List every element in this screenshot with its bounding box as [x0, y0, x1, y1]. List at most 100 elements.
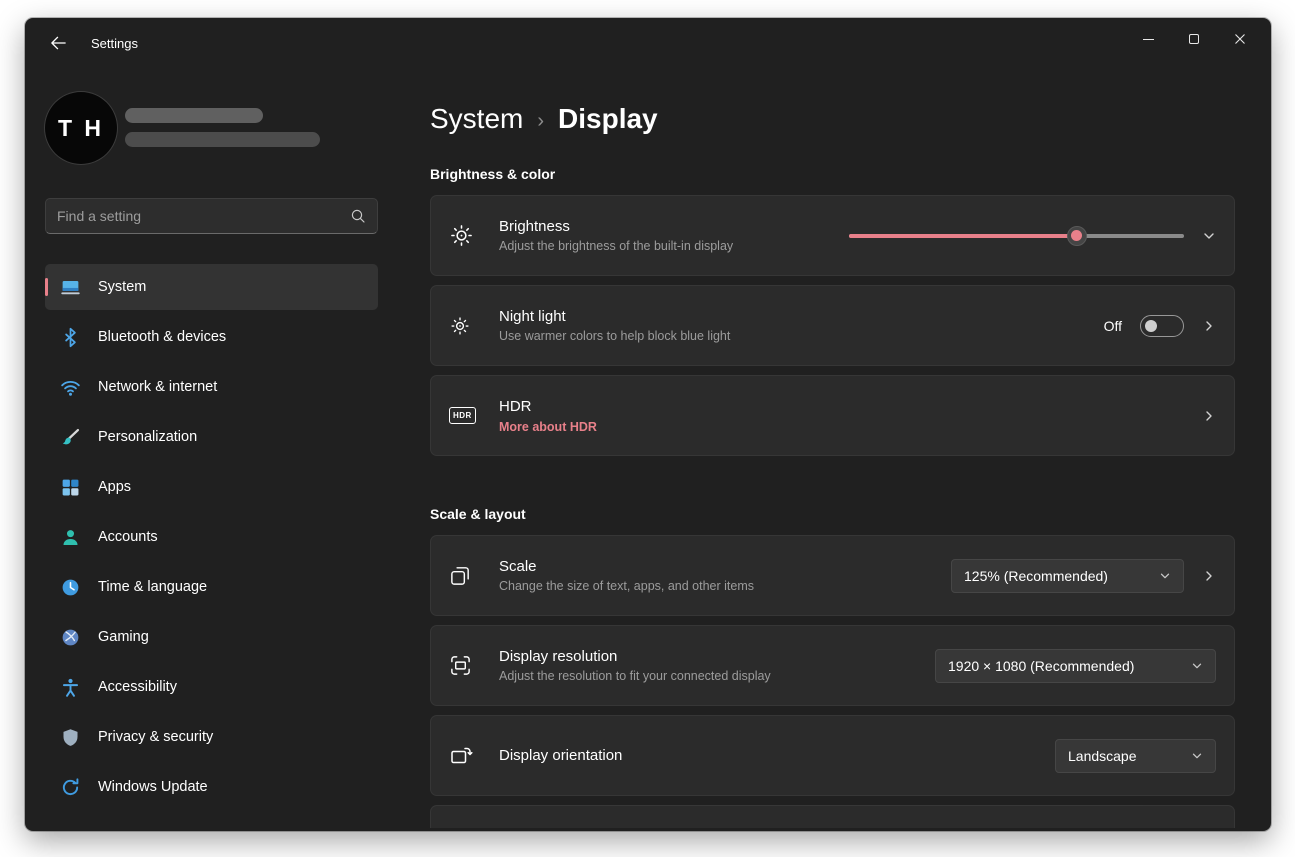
minimize-icon [1143, 39, 1154, 40]
sidebar-item-personalization[interactable]: Personalization [45, 414, 378, 460]
breadcrumb-separator-icon: › [537, 98, 544, 140]
scale-dropdown[interactable]: 125% (Recommended) [951, 559, 1184, 593]
display-resolution-card[interactable]: Display resolution Adjust the resolution… [430, 625, 1235, 706]
caption-buttons [1125, 22, 1263, 56]
breadcrumb-system[interactable]: System [430, 100, 523, 138]
back-arrow-icon [50, 35, 67, 51]
chevron-right-icon[interactable] [1202, 319, 1216, 333]
personalization-icon [59, 426, 82, 449]
profile-name-placeholder [125, 108, 263, 123]
sidebar-item-label: Apps [98, 479, 131, 495]
display-resolution-subtitle: Adjust the resolution to fit your connec… [499, 669, 935, 683]
sidebar-item-label: System [98, 279, 146, 295]
more-about-hdr-link[interactable]: More about HDR [499, 420, 1202, 434]
brightness-text: Brightness Adjust the brightness of the … [489, 218, 849, 253]
selected-indicator [45, 278, 48, 296]
page-title: Display [558, 100, 658, 138]
sidebar-item-label: Bluetooth & devices [98, 329, 226, 345]
scale-subtitle: Change the size of text, apps, and other… [499, 579, 951, 593]
breadcrumb: System › Display [430, 98, 1235, 140]
sidebar-item-label: Windows Update [98, 779, 208, 795]
brightness-subtitle: Adjust the brightness of the built-in di… [499, 239, 849, 253]
sidebar-item-windows-update[interactable]: Windows Update [45, 764, 378, 810]
brightness-icon [449, 223, 489, 248]
sidebar: T H System [25, 68, 398, 831]
night-light-subtitle: Use warmer colors to help block blue lig… [499, 329, 1104, 343]
hdr-text: HDR More about HDR [489, 398, 1202, 434]
accounts-icon [59, 526, 82, 549]
profile-name-placeholders [125, 92, 320, 164]
toggle-knob [1145, 320, 1157, 332]
sidebar-item-label: Time & language [98, 579, 207, 595]
chevron-right-icon[interactable] [1202, 569, 1216, 583]
display-resolution-icon [449, 654, 489, 677]
windows-update-icon [59, 776, 82, 799]
display-resolution-text: Display resolution Adjust the resolution… [489, 648, 935, 683]
display-orientation-card[interactable]: Display orientation Landscape [430, 715, 1235, 796]
brightness-card[interactable]: Brightness Adjust the brightness of the … [430, 195, 1235, 276]
scale-card[interactable]: Scale Change the size of text, apps, and… [430, 535, 1235, 616]
night-light-title: Night light [499, 308, 1104, 325]
scale-icon [449, 564, 489, 587]
brightness-slider-thumb[interactable] [1067, 226, 1087, 246]
sidebar-item-bluetooth-devices[interactable]: Bluetooth & devices [45, 314, 378, 360]
sidebar-item-network-internet[interactable]: Network & internet [45, 364, 378, 410]
apps-icon [59, 476, 82, 499]
maximize-button[interactable] [1171, 22, 1217, 56]
close-icon [1234, 33, 1246, 45]
brightness-slider[interactable] [849, 226, 1184, 246]
display-orientation-dropdown-value: Landscape [1068, 748, 1137, 764]
time-language-icon [59, 576, 82, 599]
accessibility-icon [59, 676, 82, 699]
search-box[interactable] [45, 198, 378, 234]
search-icon [350, 208, 366, 224]
scale-title: Scale [499, 558, 951, 575]
sidebar-item-label: Privacy & security [98, 729, 213, 745]
night-light-card[interactable]: Night light Use warmer colors to help bl… [430, 285, 1235, 366]
hdr-card[interactable]: HDR HDR More about HDR [430, 375, 1235, 456]
sidebar-item-accessibility[interactable]: Accessibility [45, 664, 378, 710]
display-orientation-icon [449, 744, 489, 768]
minimize-button[interactable] [1125, 22, 1171, 56]
night-light-toggle[interactable] [1140, 315, 1184, 337]
scale-dropdown-value: 125% (Recommended) [964, 568, 1108, 584]
search-input[interactable] [57, 208, 350, 224]
settings-window: Settings T H [25, 18, 1271, 831]
avatar[interactable]: T H [45, 92, 117, 164]
section-title-scale-layout: Scale & layout [430, 506, 1235, 522]
chevron-down-icon [1191, 750, 1203, 762]
night-light-text: Night light Use warmer colors to help bl… [489, 308, 1104, 343]
sidebar-item-label: Accounts [98, 529, 158, 545]
sidebar-item-accounts[interactable]: Accounts [45, 514, 378, 560]
profile-email-placeholder [125, 132, 320, 147]
system-icon [59, 276, 82, 299]
partial-card[interactable] [430, 805, 1235, 828]
section-title-brightness-color: Brightness & color [430, 166, 1235, 182]
display-resolution-dropdown[interactable]: 1920 × 1080 (Recommended) [935, 649, 1216, 683]
display-orientation-dropdown[interactable]: Landscape [1055, 739, 1216, 773]
chevron-down-icon [1191, 660, 1203, 672]
night-light-icon [449, 315, 489, 337]
sidebar-item-system[interactable]: System [45, 264, 378, 310]
chevron-right-icon[interactable] [1202, 409, 1216, 423]
hdr-title: HDR [499, 398, 1202, 415]
back-button[interactable] [41, 28, 75, 58]
profile-section: T H [45, 92, 378, 164]
display-orientation-text: Display orientation [489, 747, 1055, 764]
main-content: System › Display Brightness & color Brig… [398, 68, 1271, 831]
sidebar-item-privacy-security[interactable]: Privacy & security [45, 714, 378, 760]
display-resolution-dropdown-value: 1920 × 1080 (Recommended) [948, 658, 1134, 674]
brightness-title: Brightness [499, 218, 849, 235]
night-light-toggle-state: Off [1104, 318, 1122, 334]
gaming-icon [59, 626, 82, 649]
sidebar-item-apps[interactable]: Apps [45, 464, 378, 510]
sidebar-item-time-language[interactable]: Time & language [45, 564, 378, 610]
titlebar: Settings [25, 18, 1271, 68]
chevron-down-icon[interactable] [1202, 229, 1216, 243]
privacy-icon [59, 726, 82, 749]
close-button[interactable] [1217, 22, 1263, 56]
sidebar-item-label: Network & internet [98, 379, 217, 395]
sidebar-item-gaming[interactable]: Gaming [45, 614, 378, 660]
sidebar-item-label: Gaming [98, 629, 149, 645]
brightness-slider-fill [849, 234, 1077, 238]
